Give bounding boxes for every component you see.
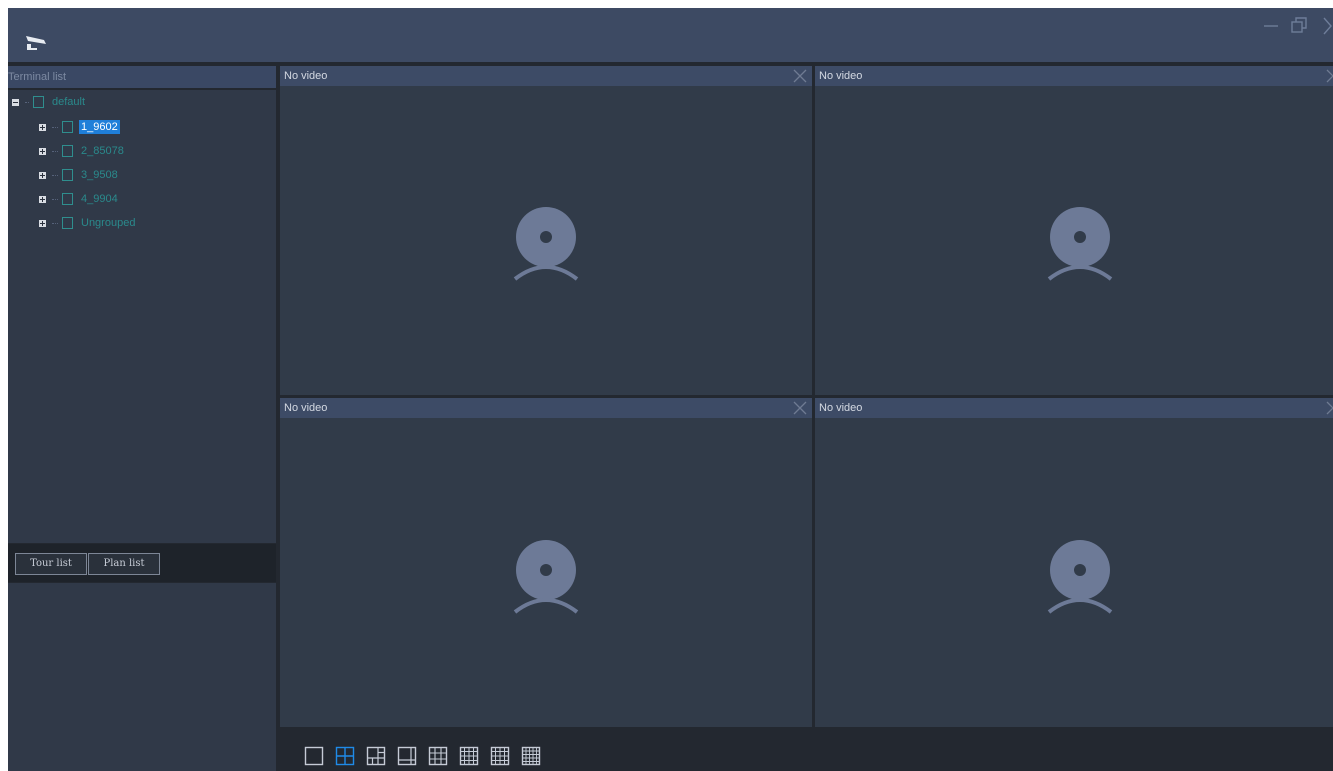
video-cell-title: No video (819, 402, 863, 414)
video-cell[interactable]: No video (280, 398, 812, 727)
restore-icon[interactable] (1288, 14, 1310, 36)
layout-4-icon[interactable] (335, 746, 355, 766)
tab-plan-list[interactable]: Plan list (88, 553, 160, 575)
camera-placeholder-icon (1047, 540, 1113, 614)
tree-node-label: 3_9508 (81, 169, 118, 181)
device-icon (62, 169, 73, 181)
layout-13-icon[interactable] (459, 746, 479, 766)
tour-list-panel (8, 583, 276, 771)
expand-icon[interactable] (39, 147, 46, 155)
collapse-icon[interactable] (12, 98, 19, 106)
video-cell-title: No video (284, 402, 328, 414)
expand-icon[interactable] (39, 123, 46, 131)
layout-bar (280, 731, 1333, 771)
close-icon[interactable] (1325, 68, 1333, 84)
video-grid: No video No video No video No video (280, 66, 1333, 727)
app-window: Terminal list default 1_9602 2_85078 3_9… (8, 8, 1333, 771)
sidebar: Terminal list default 1_9602 2_85078 3_9… (8, 66, 276, 771)
expand-icon[interactable] (39, 195, 46, 203)
minimize-icon[interactable] (1260, 14, 1282, 36)
tree-node-label: 2_85078 (81, 145, 124, 157)
layout-8-icon[interactable] (397, 746, 417, 766)
device-icon (62, 121, 73, 133)
title-bar (8, 8, 1333, 62)
tree-node-2-85078[interactable]: 2_85078 (39, 141, 126, 161)
list-tabs: Tour list Plan list (8, 544, 276, 582)
camera-logo-icon (26, 36, 46, 50)
layout-1-icon[interactable] (304, 746, 324, 766)
layout-9-icon[interactable] (428, 746, 448, 766)
camera-placeholder-icon (513, 207, 579, 281)
tree-node-label: default (52, 96, 86, 108)
layout-16-icon[interactable] (490, 746, 510, 766)
close-icon[interactable] (1325, 400, 1333, 416)
device-icon (62, 145, 73, 157)
device-icon (62, 193, 73, 205)
tree-node-4-9904[interactable]: 4_9904 (39, 189, 120, 209)
tree-node-label: 4_9904 (81, 193, 118, 205)
tree-node-1-9602[interactable]: 1_9602 (39, 117, 120, 137)
camera-placeholder-icon (513, 540, 579, 614)
terminal-list-header: Terminal list (8, 66, 276, 88)
close-icon[interactable] (792, 68, 808, 84)
video-cell-title: No video (819, 70, 863, 82)
terminal-tree: default 1_9602 2_85078 3_9508 4_9904 Ung… (8, 90, 276, 543)
close-icon[interactable] (792, 400, 808, 416)
video-cell-header: No video (815, 398, 1333, 418)
tree-node-3-9508[interactable]: 3_9508 (39, 165, 120, 185)
video-cell-title: No video (284, 70, 328, 82)
group-icon (33, 96, 44, 108)
expand-icon[interactable] (39, 219, 46, 227)
tree-node-label: 1_9602 (79, 120, 120, 134)
layout-25-icon[interactable] (521, 746, 541, 766)
tree-node-label: Ungrouped (81, 217, 136, 229)
expand-icon[interactable] (39, 171, 46, 179)
camera-placeholder-icon (1047, 207, 1113, 281)
video-cell-header: No video (815, 66, 1333, 86)
video-cell[interactable]: No video (815, 66, 1333, 395)
close-icon[interactable] (1314, 14, 1333, 36)
video-cell[interactable]: No video (815, 398, 1333, 727)
group-icon (62, 217, 73, 229)
video-cell-header: No video (280, 398, 812, 418)
tree-node-default[interactable]: default (12, 92, 87, 112)
video-cell-header: No video (280, 66, 812, 86)
layout-6-icon[interactable] (366, 746, 386, 766)
tree-node-ungrouped[interactable]: Ungrouped (39, 213, 137, 233)
tab-tour-list[interactable]: Tour list (15, 553, 87, 575)
video-cell[interactable]: No video (280, 66, 812, 395)
